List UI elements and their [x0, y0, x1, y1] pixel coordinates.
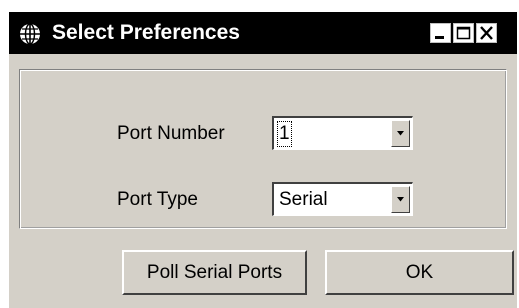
maximize-icon	[456, 26, 471, 40]
globe-icon	[18, 22, 42, 46]
ok-button[interactable]: OK	[325, 250, 514, 295]
close-button[interactable]	[476, 23, 497, 43]
close-icon	[480, 26, 493, 40]
minimize-button[interactable]	[430, 23, 451, 43]
port-number-label: Port Number	[117, 123, 225, 144]
port-number-value: 1	[277, 121, 292, 147]
preferences-dialog: Select Preferences Port Number Port Type…	[9, 12, 517, 308]
chevron-down-icon	[397, 131, 404, 136]
maximize-button[interactable]	[453, 23, 474, 43]
title-bar[interactable]: Select Preferences	[9, 12, 517, 54]
port-type-dropdown-button[interactable]	[391, 186, 410, 213]
chevron-down-icon	[397, 197, 404, 202]
settings-panel: Port Number Port Type	[19, 69, 507, 229]
port-type-select[interactable]: Serial	[272, 182, 413, 216]
port-type-value: Serial	[279, 189, 328, 210]
port-number-dropdown-button[interactable]	[391, 120, 410, 147]
port-type-label: Port Type	[117, 189, 198, 210]
window-title: Select Preferences	[52, 21, 240, 44]
minimize-icon	[435, 36, 444, 39]
poll-serial-ports-button[interactable]: Poll Serial Ports	[122, 250, 307, 295]
port-number-select[interactable]: 1	[272, 116, 413, 150]
